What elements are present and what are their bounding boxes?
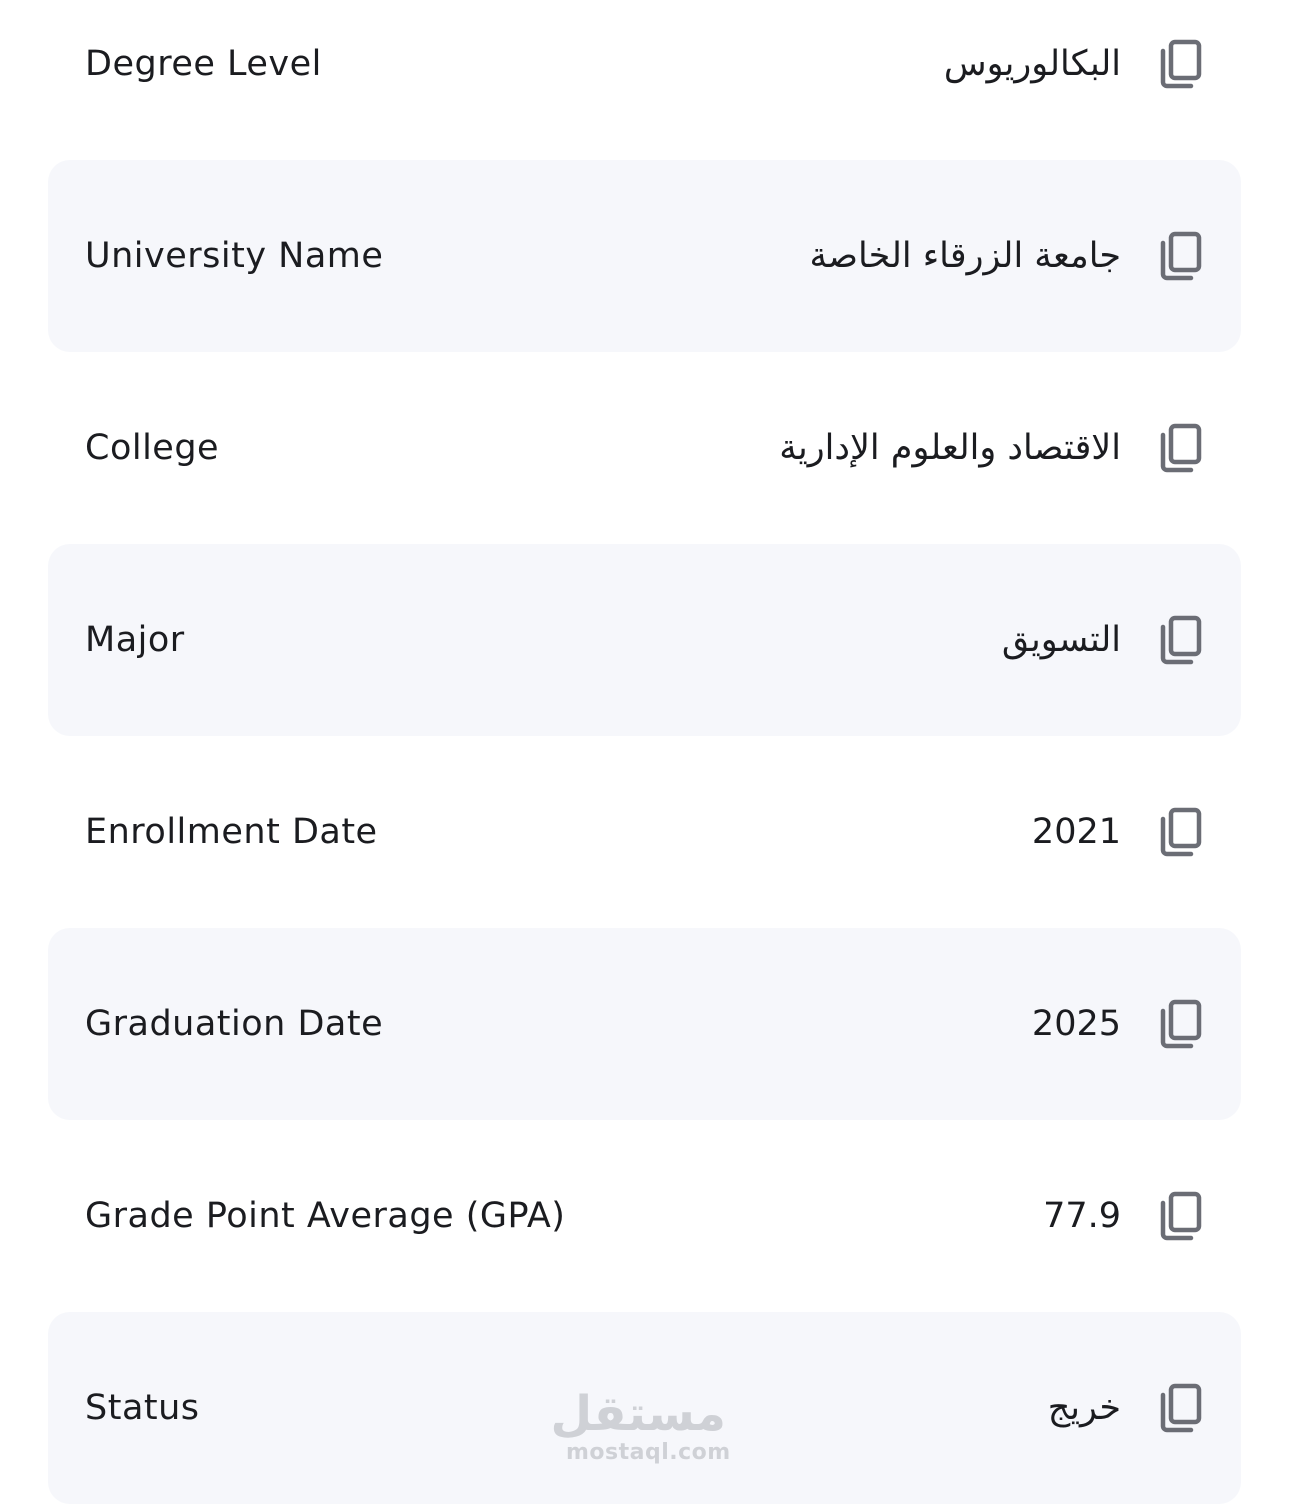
row-graduation-date: Graduation Date 2025 — [48, 928, 1241, 1120]
field-value: البكالوريوس — [943, 44, 1121, 84]
copy-icon — [1160, 1191, 1202, 1241]
field-value: خريج — [1047, 1388, 1121, 1428]
copy-button[interactable] — [1157, 998, 1203, 1050]
row-college: College الاقتصاد والعلوم الإدارية — [48, 352, 1241, 544]
field-label: Major — [85, 620, 185, 660]
field-value: 2021 — [1031, 812, 1121, 852]
field-label: Enrollment Date — [85, 812, 378, 852]
copy-button[interactable] — [1157, 1190, 1203, 1242]
field-value: جامعة الزرقاء الخاصة — [809, 236, 1121, 276]
row-gpa: Grade Point Average (GPA) 77.9 — [48, 1120, 1241, 1312]
row-major: Major التسويق — [48, 544, 1241, 736]
field-label: Grade Point Average (GPA) — [85, 1196, 566, 1236]
copy-icon — [1160, 39, 1202, 89]
copy-icon — [1160, 231, 1202, 281]
copy-icon — [1160, 1383, 1202, 1433]
field-label: Degree Level — [85, 44, 322, 84]
field-label: Graduation Date — [85, 1004, 384, 1044]
field-value: التسويق — [1001, 620, 1121, 660]
row-degree-level: Degree Level البكالوريوس — [48, 0, 1241, 160]
copy-icon — [1160, 807, 1202, 857]
copy-button[interactable] — [1157, 38, 1203, 90]
copy-button[interactable] — [1157, 806, 1203, 858]
copy-icon — [1160, 423, 1202, 473]
copy-button[interactable] — [1157, 1382, 1203, 1434]
row-university-name: University Name جامعة الزرقاء الخاصة — [48, 160, 1241, 352]
copy-button[interactable] — [1157, 422, 1203, 474]
copy-button[interactable] — [1157, 614, 1203, 666]
field-label: Status — [85, 1388, 200, 1428]
field-value: 2025 — [1031, 1004, 1121, 1044]
row-enrollment-date: Enrollment Date 2021 — [48, 736, 1241, 928]
field-label: University Name — [85, 236, 384, 276]
row-status: Status خريج — [48, 1312, 1241, 1504]
field-value: الاقتصاد والعلوم الإدارية — [779, 428, 1121, 468]
field-value: 77.9 — [1043, 1196, 1121, 1236]
education-details-list: Degree Level البكالوريوس University Name… — [48, 0, 1241, 1504]
field-label: College — [85, 428, 220, 468]
copy-button[interactable] — [1157, 230, 1203, 282]
copy-icon — [1160, 615, 1202, 665]
copy-icon — [1160, 999, 1202, 1049]
